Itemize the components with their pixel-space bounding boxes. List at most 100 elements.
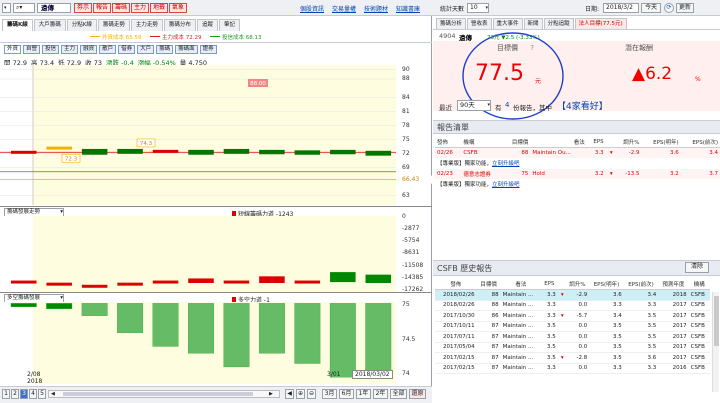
report-col-header[interactable]: 看法 <box>530 137 586 148</box>
chart-tab-6[interactable]: 追蹤 <box>196 19 218 31</box>
long-short-bar[interactable] <box>81 303 108 316</box>
chip-button-8[interactable]: 籌碼 <box>156 45 174 54</box>
history-col-header[interactable]: EPS(明年) <box>589 279 624 290</box>
history-col-header[interactable]: 目標價 <box>476 279 501 290</box>
candle-body[interactable] <box>365 150 392 156</box>
long-short-bar[interactable] <box>294 303 321 364</box>
chart-tab-1[interactable]: 大戶籌碼 <box>33 19 66 31</box>
force-bar[interactable] <box>330 272 356 283</box>
force-bar[interactable] <box>259 276 285 283</box>
report-col-header[interactable]: EPS(前次) <box>681 137 720 148</box>
history-col-header[interactable] <box>557 279 566 290</box>
candle-body[interactable] <box>294 150 321 155</box>
report-row[interactable]: 02/23 德意志證券 75 Hold 3.2 ▾ -13.5 3.2 3.7 <box>435 168 720 179</box>
history-col-header[interactable]: 發佈 <box>435 279 477 290</box>
range-button-0[interactable]: 3月 <box>322 389 337 399</box>
upgrade-link[interactable]: 立刻升級吧 <box>492 161 520 167</box>
report-col-header[interactable]: EPS <box>587 137 606 148</box>
history-col-header[interactable]: 調升% <box>565 279 590 290</box>
history-row[interactable]: 2017/10/30 86 Maintain ... 3.3 ▾ -5.7 3.4 3.5 20… <box>435 311 710 321</box>
chip-button-4[interactable]: 融資 <box>80 45 98 54</box>
scroll-thumb[interactable] <box>714 296 719 346</box>
refresh-icon[interactable]: ⟳ <box>664 3 674 13</box>
chart-tab-4[interactable]: 主力走勢 <box>130 19 163 31</box>
report-col-header[interactable]: 調升% <box>615 137 642 148</box>
long-short-bar[interactable] <box>117 303 144 333</box>
force-bar[interactable] <box>81 284 108 288</box>
force-bar[interactable] <box>223 280 250 284</box>
toolbar-link-2[interactable]: 技術題材 <box>364 4 388 13</box>
candle-body[interactable] <box>10 150 37 154</box>
chip-button-0[interactable]: 外資 <box>4 45 22 54</box>
zoom-out-icon[interactable]: ⊖ <box>307 389 316 399</box>
chart-tab-0[interactable]: 籌碼K線 <box>2 19 33 31</box>
long-short-bar[interactable] <box>329 303 356 378</box>
page-button-4[interactable]: 4 <box>29 389 37 399</box>
chart-tab-7[interactable]: 筆記 <box>218 19 240 31</box>
candle-body[interactable] <box>117 148 143 154</box>
long-short-bar[interactable] <box>152 303 179 347</box>
right-tab-5[interactable]: 法人目標(77.5元) <box>574 18 627 29</box>
range-button-1[interactable]: 6月 <box>339 389 354 399</box>
force-bar[interactable] <box>46 282 72 286</box>
candle-body[interactable] <box>223 148 250 154</box>
history-row[interactable]: 2018/02/26 88 Maintain ... 3.3 ▾ -2.9 3.6 3.4 20… <box>435 289 710 300</box>
chip-button-9[interactable]: 籌碼面 <box>175 45 198 54</box>
chip-button-7[interactable]: 大戶 <box>137 45 155 54</box>
candle-body[interactable] <box>152 149 179 153</box>
history-row[interactable]: 2017/02/15 87 Maintain ... 3.5 ▾ -2.8 3.5 3.6 20… <box>435 353 710 363</box>
candle-body[interactable] <box>330 149 356 155</box>
candle-body[interactable] <box>81 148 108 155</box>
history-scrollbar[interactable] <box>712 292 719 392</box>
history-col-header[interactable]: EPS(前次) <box>623 279 659 290</box>
long-short-bar[interactable] <box>223 303 250 368</box>
toolbar-button-0[interactable]: 券示 <box>74 3 93 13</box>
chart-scrollbar[interactable]: ◀ ▶ <box>48 390 280 398</box>
page-button-1[interactable]: 1 <box>2 389 10 399</box>
force-bar[interactable] <box>365 274 392 283</box>
menu-dropdown[interactable]: ▾ <box>2 3 11 13</box>
force-bar[interactable] <box>152 280 179 284</box>
report-col-header[interactable]: EPS(明年) <box>641 137 680 148</box>
toolbar-button-5[interactable]: 氣象 <box>169 3 188 13</box>
toolbar-link-3[interactable]: 知識書庫 <box>396 4 420 13</box>
long-short-bar[interactable] <box>188 303 214 354</box>
chip-button-3[interactable]: 主力 <box>61 45 79 54</box>
stock-name-input[interactable]: 遠傳 <box>37 3 71 13</box>
long-short-bar[interactable] <box>10 303 37 307</box>
price-chart[interactable]: 88.00 74.3 72.3 <box>0 65 432 205</box>
upgrade-link[interactable]: 立刻升級吧 <box>492 182 520 188</box>
report-row[interactable]: 02/26 CSFB 88 Maintain Ou... 3.3 ▾ -2.9 3.6 3.4 <box>435 147 720 158</box>
history-col-header[interactable]: EPS <box>541 279 558 290</box>
force-bar[interactable] <box>294 280 321 284</box>
history-col-header[interactable]: 預測年度 <box>658 279 689 290</box>
history-row[interactable]: 2017/07/11 87 Maintain ... 3.5 0.0 3.5 3.5 2017… <box>435 332 710 342</box>
chip-force-chart[interactable] <box>0 216 432 292</box>
toolbar-link-0[interactable]: 個股資訊 <box>300 4 324 13</box>
force-bar[interactable] <box>188 278 214 283</box>
toolbar-button-2[interactable]: 籌碼 <box>112 3 131 13</box>
chip-button-1[interactable]: 自營 <box>23 45 41 54</box>
force-bar[interactable] <box>10 280 37 284</box>
scroll-left-icon[interactable]: ◀ <box>51 391 59 397</box>
right-tab-3[interactable]: 新聞 <box>523 18 543 29</box>
range-button-5[interactable]: 還原 <box>409 389 426 399</box>
toolbar-button-4[interactable]: 地籤 <box>150 3 169 13</box>
page-button-3[interactable]: 3 <box>20 389 28 399</box>
history-col-header[interactable]: 看法 <box>500 279 542 290</box>
report-col-header[interactable] <box>606 137 615 148</box>
history-row[interactable]: 2017/02/15 87 Maintain ... 3.3 0.0 3.3 3.3 2016… <box>435 363 710 374</box>
long-short-bar[interactable] <box>365 303 392 374</box>
refresh-button[interactable]: 更新 <box>676 3 694 13</box>
scroll-thumb[interactable] <box>63 392 253 396</box>
chip-button-10[interactable]: 證券 <box>199 45 217 54</box>
right-tab-4[interactable]: 分點追蹤 <box>543 18 574 29</box>
long-short-bar[interactable] <box>258 303 285 354</box>
long-short-bar[interactable] <box>46 303 73 310</box>
history-col-header[interactable]: 機構 <box>688 279 710 290</box>
range-button-3[interactable]: 2年 <box>373 389 388 399</box>
stock-search-box[interactable]: ⌕▾ <box>13 3 35 13</box>
force-bar[interactable] <box>117 282 143 286</box>
range-button-4[interactable]: 全部 <box>390 389 407 399</box>
page-button-2[interactable]: 2 <box>11 389 19 399</box>
